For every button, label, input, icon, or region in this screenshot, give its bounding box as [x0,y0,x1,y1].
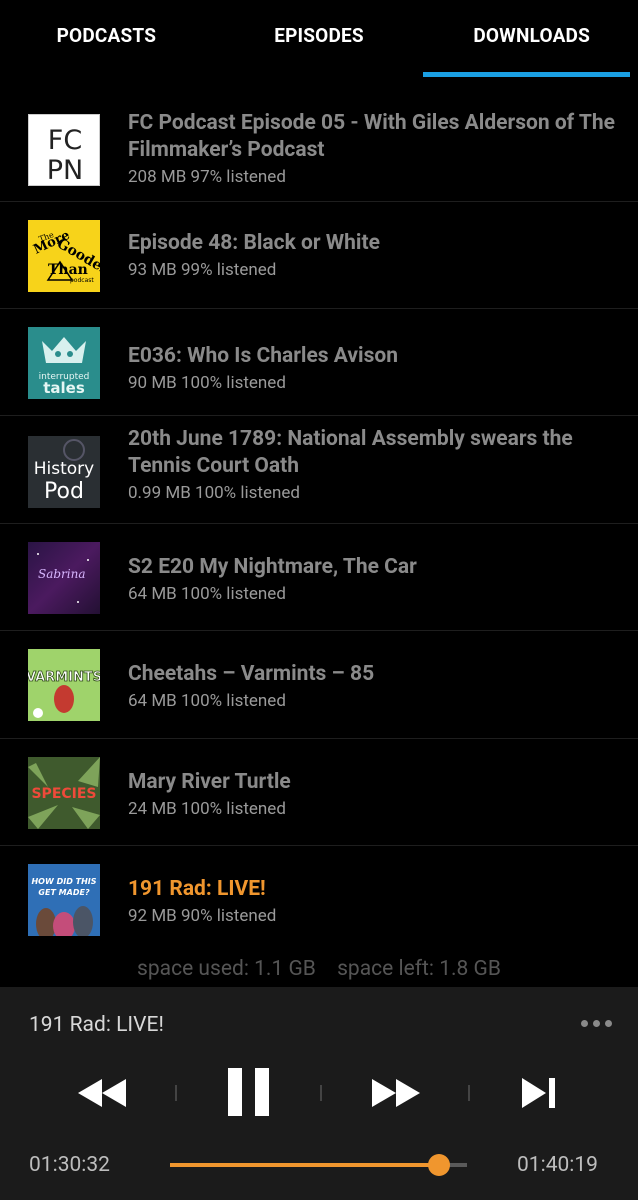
svg-text:HOW DID THIS: HOW DID THIS [31,877,96,886]
skip-next-icon[interactable] [520,1075,560,1111]
svg-text:PN: PN [47,155,83,186]
svg-text:FC: FC [48,125,82,156]
episode-title: S2 E20 My Nightmare, The Car [128,555,417,579]
more-options-icon[interactable] [578,1005,614,1041]
seek-bar-progress [170,1163,439,1167]
control-divider [320,1085,322,1101]
podcast-artwork-sabrina: Sabrina [28,542,100,614]
svg-text:SPECIES: SPECIES [31,786,96,802]
active-tab-indicator [423,72,630,77]
list-item[interactable]: SPECIES Mary River Turtle 24 MB 100% lis… [0,739,638,846]
svg-text:History: History [34,459,94,479]
control-divider [175,1085,177,1101]
fast-forward-icon[interactable] [370,1075,422,1111]
list-item[interactable]: VARMINTS Cheetahs – Varmints – 85 64 MB … [0,631,638,739]
storage-info: space used: 1.1 GB space left: 1.8 GB [0,957,638,981]
list-item[interactable]: interrupted tales E036: Who Is Charles A… [0,309,638,416]
elapsed-time: 01:30:32 [29,1153,110,1177]
svg-text:Pod: Pod [44,479,84,504]
list-item[interactable]: The More Gooder Than podcast Episode 48:… [0,202,638,309]
mini-player: 191 Rad: LIVE! 01:30:32 01:40:19 [0,987,638,1200]
list-item-now-playing[interactable]: HOW DID THIS GET MADE? 191 Rad: LIVE! 92… [0,846,638,954]
tab-bar: PODCASTS EPISODES DOWNLOADS [0,0,638,78]
svg-text:VARMINTS: VARMINTS [28,670,100,685]
space-left: space left: 1.8 GB [337,957,501,981]
episode-title: 20th June 1789: National Assembly swears… [128,427,573,478]
episode-meta: 64 MB 100% listened [128,691,286,711]
svg-text:Sabrina: Sabrina [38,567,86,581]
episode-title: Mary River Turtle [128,770,291,794]
list-item[interactable]: History Pod 20th June 1789: National Ass… [0,416,638,524]
svg-text:GET MADE?: GET MADE? [38,888,90,897]
podcast-artwork-more-gooder-than: The More Gooder Than podcast [28,220,100,292]
episode-meta: 0.99 MB 100% listened [128,483,300,503]
episode-title: 191 Rad: LIVE! [128,877,266,901]
rewind-icon[interactable] [76,1075,128,1111]
seek-bar[interactable] [170,1154,467,1176]
pause-icon[interactable] [226,1067,272,1117]
episode-meta: 64 MB 100% listened [128,584,286,604]
podcast-artwork-species: SPECIES [28,757,100,829]
podcast-artwork-history-pod: History Pod [28,436,100,508]
control-divider [468,1085,470,1101]
episode-meta: 93 MB 99% listened [128,260,277,280]
episode-meta: 90 MB 100% listened [128,373,286,393]
downloads-list: FC PN FC Podcast Episode 05 - With Giles… [0,94,638,954]
podcast-artwork-fcpn: FC PN [28,114,100,186]
podcast-artwork-how-did-this-get-made: HOW DID THIS GET MADE? [28,864,100,936]
tab-podcasts[interactable]: PODCASTS [0,0,213,78]
podcast-artwork-interrupted-tales: interrupted tales [28,327,100,399]
episode-meta: 24 MB 100% listened [128,799,286,819]
podcast-artwork-varmints: VARMINTS [28,649,100,721]
remaining-time: 01:40:19 [517,1153,598,1177]
episode-title: Episode 48: Black or White [128,231,380,255]
episode-meta: 92 MB 90% listened [128,906,277,926]
episode-title: Cheetahs – Varmints – 85 [128,662,375,686]
svg-text:tales: tales [43,379,85,397]
episode-meta: 208 MB 97% listened [128,167,286,187]
tab-downloads[interactable]: DOWNLOADS [425,0,638,78]
episode-title: FC Podcast Episode 05 - With Giles Alder… [128,111,615,162]
list-item[interactable]: FC PN FC Podcast Episode 05 - With Giles… [0,94,638,202]
episode-title: E036: Who Is Charles Avison [128,344,398,368]
svg-text:podcast: podcast [70,277,94,284]
now-playing-title[interactable]: 191 Rad: LIVE! [29,1013,164,1037]
list-item[interactable]: Sabrina S2 E20 My Nightmare, The Car 64 … [0,524,638,631]
tab-episodes[interactable]: EPISODES [213,0,426,78]
seek-bar-thumb[interactable] [427,1154,450,1176]
space-used: space used: 1.1 GB [137,957,316,981]
